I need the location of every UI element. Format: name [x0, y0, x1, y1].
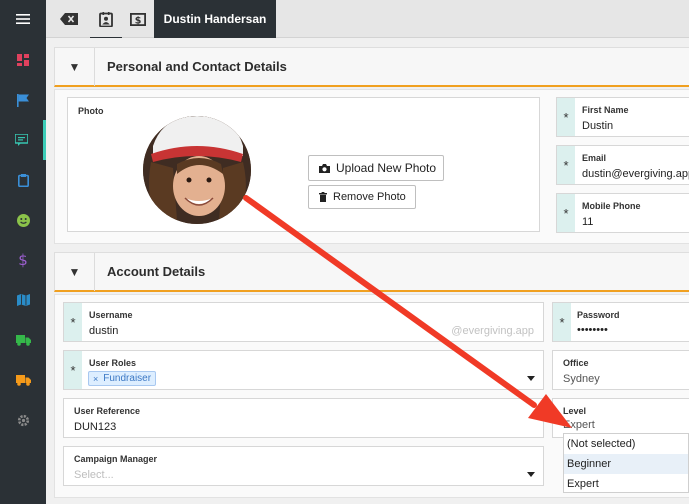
section-title: Personal and Contact Details [107, 59, 287, 74]
level-select[interactable]: Level Expert [552, 398, 689, 438]
field-label: Email [582, 153, 607, 163]
section-header-personal[interactable]: ▼ Personal and Contact Details [54, 47, 689, 87]
upload-photo-button[interactable]: Upload New Photo [308, 155, 444, 181]
backspace-icon [60, 13, 78, 25]
remove-photo-label: Remove Photo [333, 191, 406, 203]
tab-contact[interactable] [90, 0, 122, 38]
dashboard-icon [17, 54, 29, 66]
required-marker: * [64, 303, 82, 341]
sidebar-item-flag[interactable] [0, 80, 46, 120]
email-field[interactable]: * Email dustin@evergiving.app [556, 145, 689, 185]
chat-icon [15, 134, 28, 146]
truck-icon [15, 334, 31, 346]
required-marker: * [557, 194, 575, 232]
dollar-bill-icon: $ [130, 12, 146, 26]
menu-button[interactable] [0, 0, 46, 38]
field-value: dustin [89, 325, 119, 337]
sidebar-item-clipboard[interactable] [0, 160, 46, 200]
field-value: Dustin [582, 120, 614, 132]
map-icon [16, 294, 30, 306]
sidebar-item-map[interactable] [0, 280, 46, 320]
gear-icon [17, 414, 29, 426]
sidebar-item-logistics[interactable] [0, 320, 46, 360]
section-header-account[interactable]: ▼ Account Details [54, 252, 689, 292]
field-value: Sydney [563, 373, 600, 385]
dropdown-option-not-selected[interactable]: (Not selected) [564, 434, 688, 454]
sidebar-item-settings[interactable] [0, 400, 46, 440]
level-dropdown: (Not selected) Beginner Expert [563, 433, 689, 493]
role-tag-label: Fundraiser [103, 373, 152, 384]
remove-tag-icon[interactable]: × [93, 374, 98, 384]
field-label: Office [563, 358, 589, 368]
sidebar-item-donations[interactable]: $ [0, 240, 46, 280]
photo-label: Photo [78, 106, 104, 116]
field-value: •••••••• [577, 324, 608, 336]
avatar [143, 116, 251, 224]
chevron-down-icon[interactable] [527, 376, 535, 381]
field-label: Username [89, 310, 133, 320]
first-name-field[interactable]: * First Name Dustin [556, 97, 689, 137]
clipboard-icon [17, 173, 29, 187]
svg-text:$: $ [135, 15, 142, 26]
field-value: Expert [563, 419, 595, 431]
section-title: Account Details [107, 264, 206, 279]
field-value: 11 [582, 216, 594, 228]
password-field[interactable]: * Password •••••••• [552, 302, 689, 342]
camera-icon [319, 163, 330, 173]
sidebar-item-messages[interactable] [0, 120, 46, 160]
tab-donations[interactable]: $ [124, 0, 152, 38]
photo-panel: Photo Upload New Photo Remove Photo [67, 97, 540, 232]
contact-card-icon [99, 11, 113, 27]
top-bar: $ Dustin Handersan [46, 0, 689, 40]
required-marker: * [64, 351, 82, 389]
smiley-icon [16, 213, 30, 227]
username-field[interactable]: * Username dustin @evergiving.app [63, 302, 544, 342]
truck-icon [15, 374, 31, 386]
required-marker: * [557, 98, 575, 136]
hamburger-icon [16, 14, 30, 24]
select-placeholder: Select... [74, 469, 114, 481]
sidebar-item-deliveries[interactable] [0, 360, 46, 400]
sidebar: $ [0, 0, 46, 504]
dropdown-option-beginner[interactable]: Beginner [564, 454, 688, 474]
svg-text:$: $ [18, 252, 28, 268]
field-label: Level [563, 406, 587, 416]
trash-icon [319, 192, 327, 202]
required-marker: * [557, 146, 575, 184]
mobile-phone-field[interactable]: * Mobile Phone 11 [556, 193, 689, 233]
upload-photo-label: Upload New Photo [336, 161, 437, 175]
collapse-toggle[interactable]: ▼ [55, 253, 95, 291]
remove-photo-button[interactable]: Remove Photo [308, 185, 416, 209]
triangle-down-icon: ▼ [68, 265, 81, 279]
chevron-down-icon[interactable] [527, 472, 535, 477]
triangle-down-icon: ▼ [68, 60, 81, 74]
collapse-toggle[interactable]: ▼ [55, 48, 95, 86]
dropdown-option-expert[interactable]: Expert [564, 474, 688, 494]
domain-suffix: @evergiving.app [451, 325, 534, 337]
user-roles-field[interactable]: * User Roles × Fundraiser [63, 350, 544, 390]
field-label: Campaign Manager [74, 454, 158, 464]
field-label: User Reference [74, 406, 141, 416]
field-value: dustin@evergiving.app [582, 168, 689, 180]
field-label: User Roles [89, 358, 137, 368]
field-label: Password [577, 310, 620, 320]
back-button[interactable] [52, 0, 86, 38]
tab-user-name[interactable]: Dustin Handersan [154, 0, 276, 38]
user-reference-field[interactable]: User Reference DUN123 [63, 398, 544, 438]
flag-icon [17, 93, 29, 107]
office-field[interactable]: Office Sydney [552, 350, 689, 390]
field-label: Mobile Phone [582, 201, 641, 211]
required-marker: * [553, 303, 571, 341]
sidebar-item-supporters[interactable] [0, 200, 46, 240]
field-label: First Name [582, 105, 629, 115]
campaign-manager-select[interactable]: Campaign Manager Select... [63, 446, 544, 486]
sidebar-item-dashboard[interactable] [0, 40, 46, 80]
field-value: DUN123 [74, 421, 117, 433]
dollar-icon: $ [18, 252, 28, 268]
role-tag[interactable]: × Fundraiser [88, 371, 157, 386]
